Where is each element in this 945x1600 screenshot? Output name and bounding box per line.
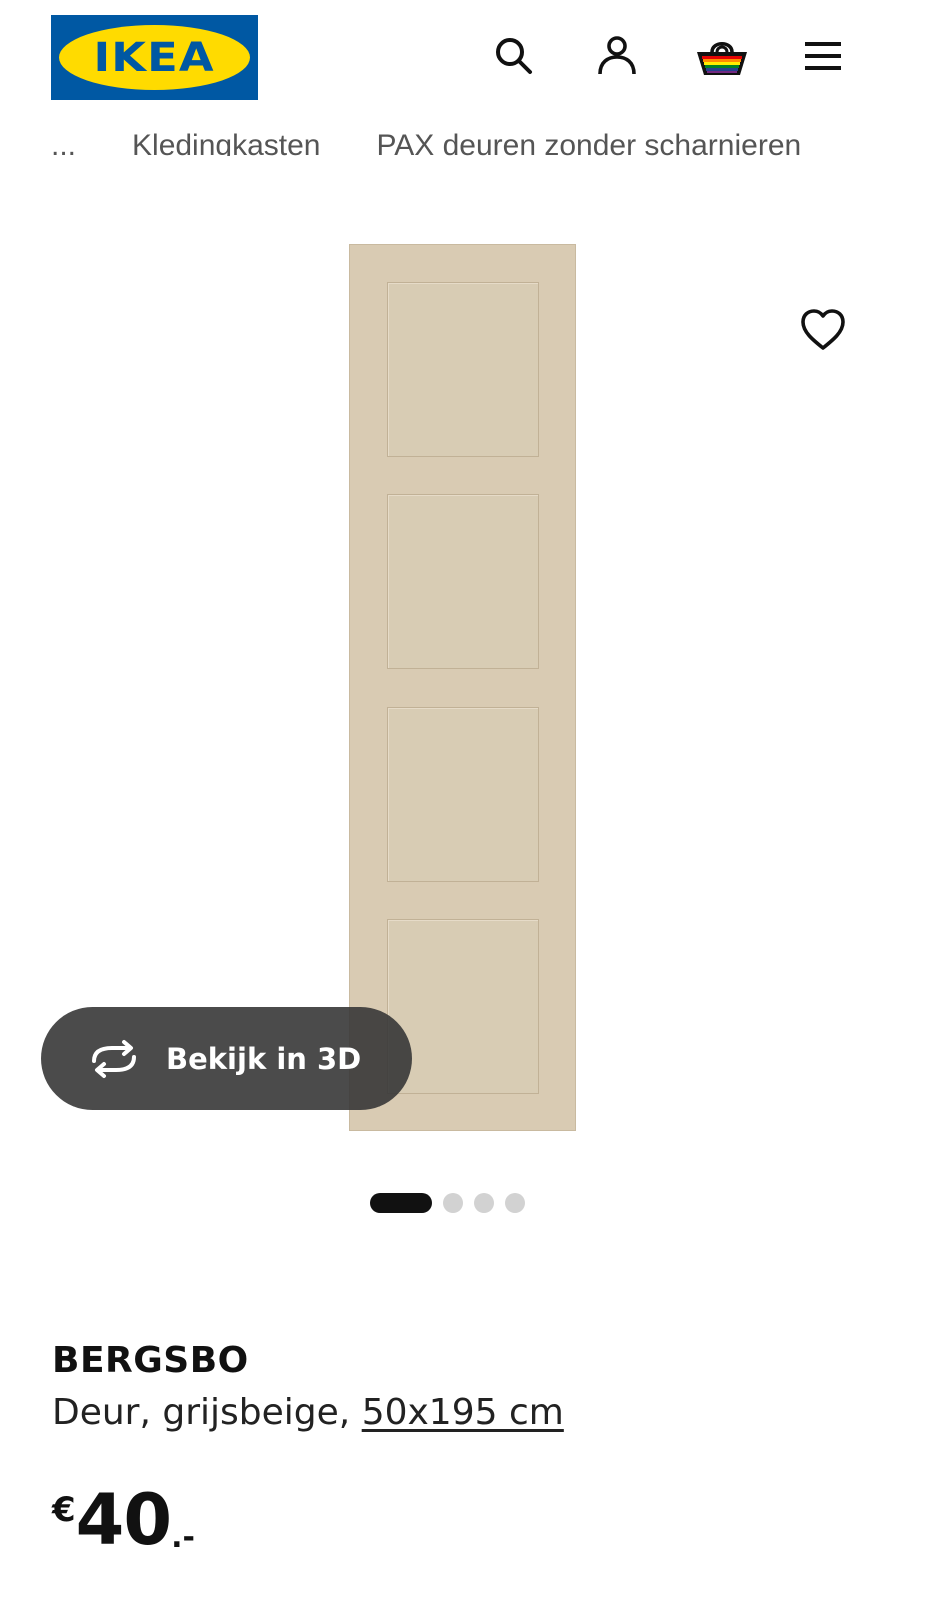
site-header: IKEA [0, 0, 945, 112]
price-amount: 40 [75, 1479, 172, 1561]
favorite-button[interactable] [795, 302, 851, 358]
basket-icon[interactable] [694, 32, 750, 80]
search-icon[interactable] [490, 32, 538, 80]
ikea-logo[interactable]: IKEA [51, 15, 258, 100]
breadcrumb: ... Kledingkasten PAX deuren zonder scha… [51, 126, 831, 156]
product-name: BERGSBO [52, 1340, 249, 1381]
gallery-dot[interactable] [443, 1193, 463, 1213]
product-description: Deur, grijsbeige, 50x195 cm [52, 1392, 564, 1433]
breadcrumb-item-doors[interactable]: PAX deuren zonder scharnieren [376, 129, 801, 156]
rotate-3d-icon [86, 1039, 142, 1079]
product-price: € 40 .- [52, 1482, 195, 1562]
gallery-pagination [370, 1192, 525, 1214]
breadcrumb-item-more[interactable]: ... [51, 129, 76, 156]
product-size-link[interactable]: 50x195 cm [362, 1392, 564, 1433]
view-3d-button[interactable]: Bekijk in 3D [41, 1007, 412, 1110]
gallery-dot-active[interactable] [370, 1193, 432, 1213]
door-panel [387, 282, 539, 457]
gallery-dot[interactable] [505, 1193, 525, 1213]
logo-oval: IKEA [59, 25, 250, 90]
user-icon[interactable] [593, 32, 641, 80]
price-currency: € [52, 1490, 76, 1530]
product-image-door [349, 244, 576, 1131]
gallery-dot[interactable] [474, 1193, 494, 1213]
door-panel [387, 494, 539, 669]
price-decimals: .- [171, 1520, 195, 1555]
logo-text: IKEA [93, 34, 216, 81]
door-panel [387, 707, 539, 882]
breadcrumb-item-wardrobes[interactable]: Kledingkasten [132, 129, 320, 156]
product-description-text: Deur, grijsbeige, [52, 1392, 362, 1433]
heart-icon [801, 309, 845, 350]
view-3d-label: Bekijk in 3D [166, 1041, 362, 1076]
registered-mark [237, 32, 245, 40]
menu-icon[interactable] [799, 32, 847, 80]
